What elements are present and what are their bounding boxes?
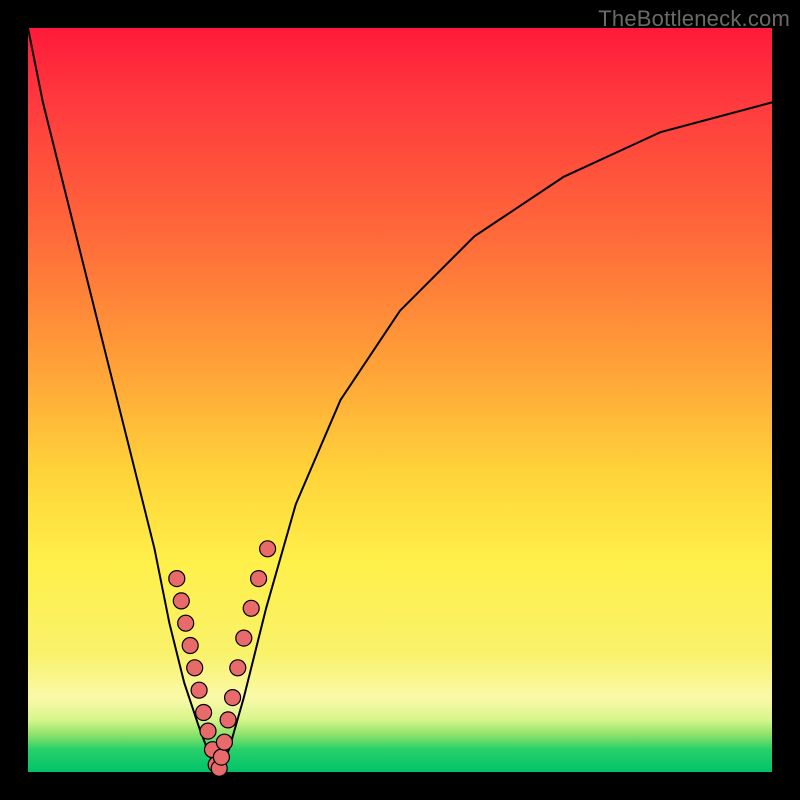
bead-right [251, 571, 267, 587]
bead-right [236, 630, 252, 646]
chart-frame: TheBottleneck.com [0, 0, 800, 800]
plot-area [28, 28, 772, 772]
bead-cluster [169, 541, 276, 777]
bead-left [169, 571, 185, 587]
bead-right [225, 690, 241, 706]
bead-right [260, 541, 276, 557]
bead-right [213, 749, 229, 765]
bead-left [182, 638, 198, 654]
curve-right-branch [218, 102, 772, 772]
curve-layer [28, 28, 772, 772]
bead-right [230, 660, 246, 676]
bead-left [187, 660, 203, 676]
bead-left [191, 682, 207, 698]
bead-right [243, 600, 259, 616]
bead-left [178, 615, 194, 631]
bead-left [196, 705, 212, 721]
watermark-text: TheBottleneck.com [598, 6, 790, 32]
bead-left [200, 723, 216, 739]
bead-right [216, 734, 232, 750]
curve-left-branch [28, 28, 218, 772]
bead-left [173, 593, 189, 609]
bead-right [220, 712, 236, 728]
